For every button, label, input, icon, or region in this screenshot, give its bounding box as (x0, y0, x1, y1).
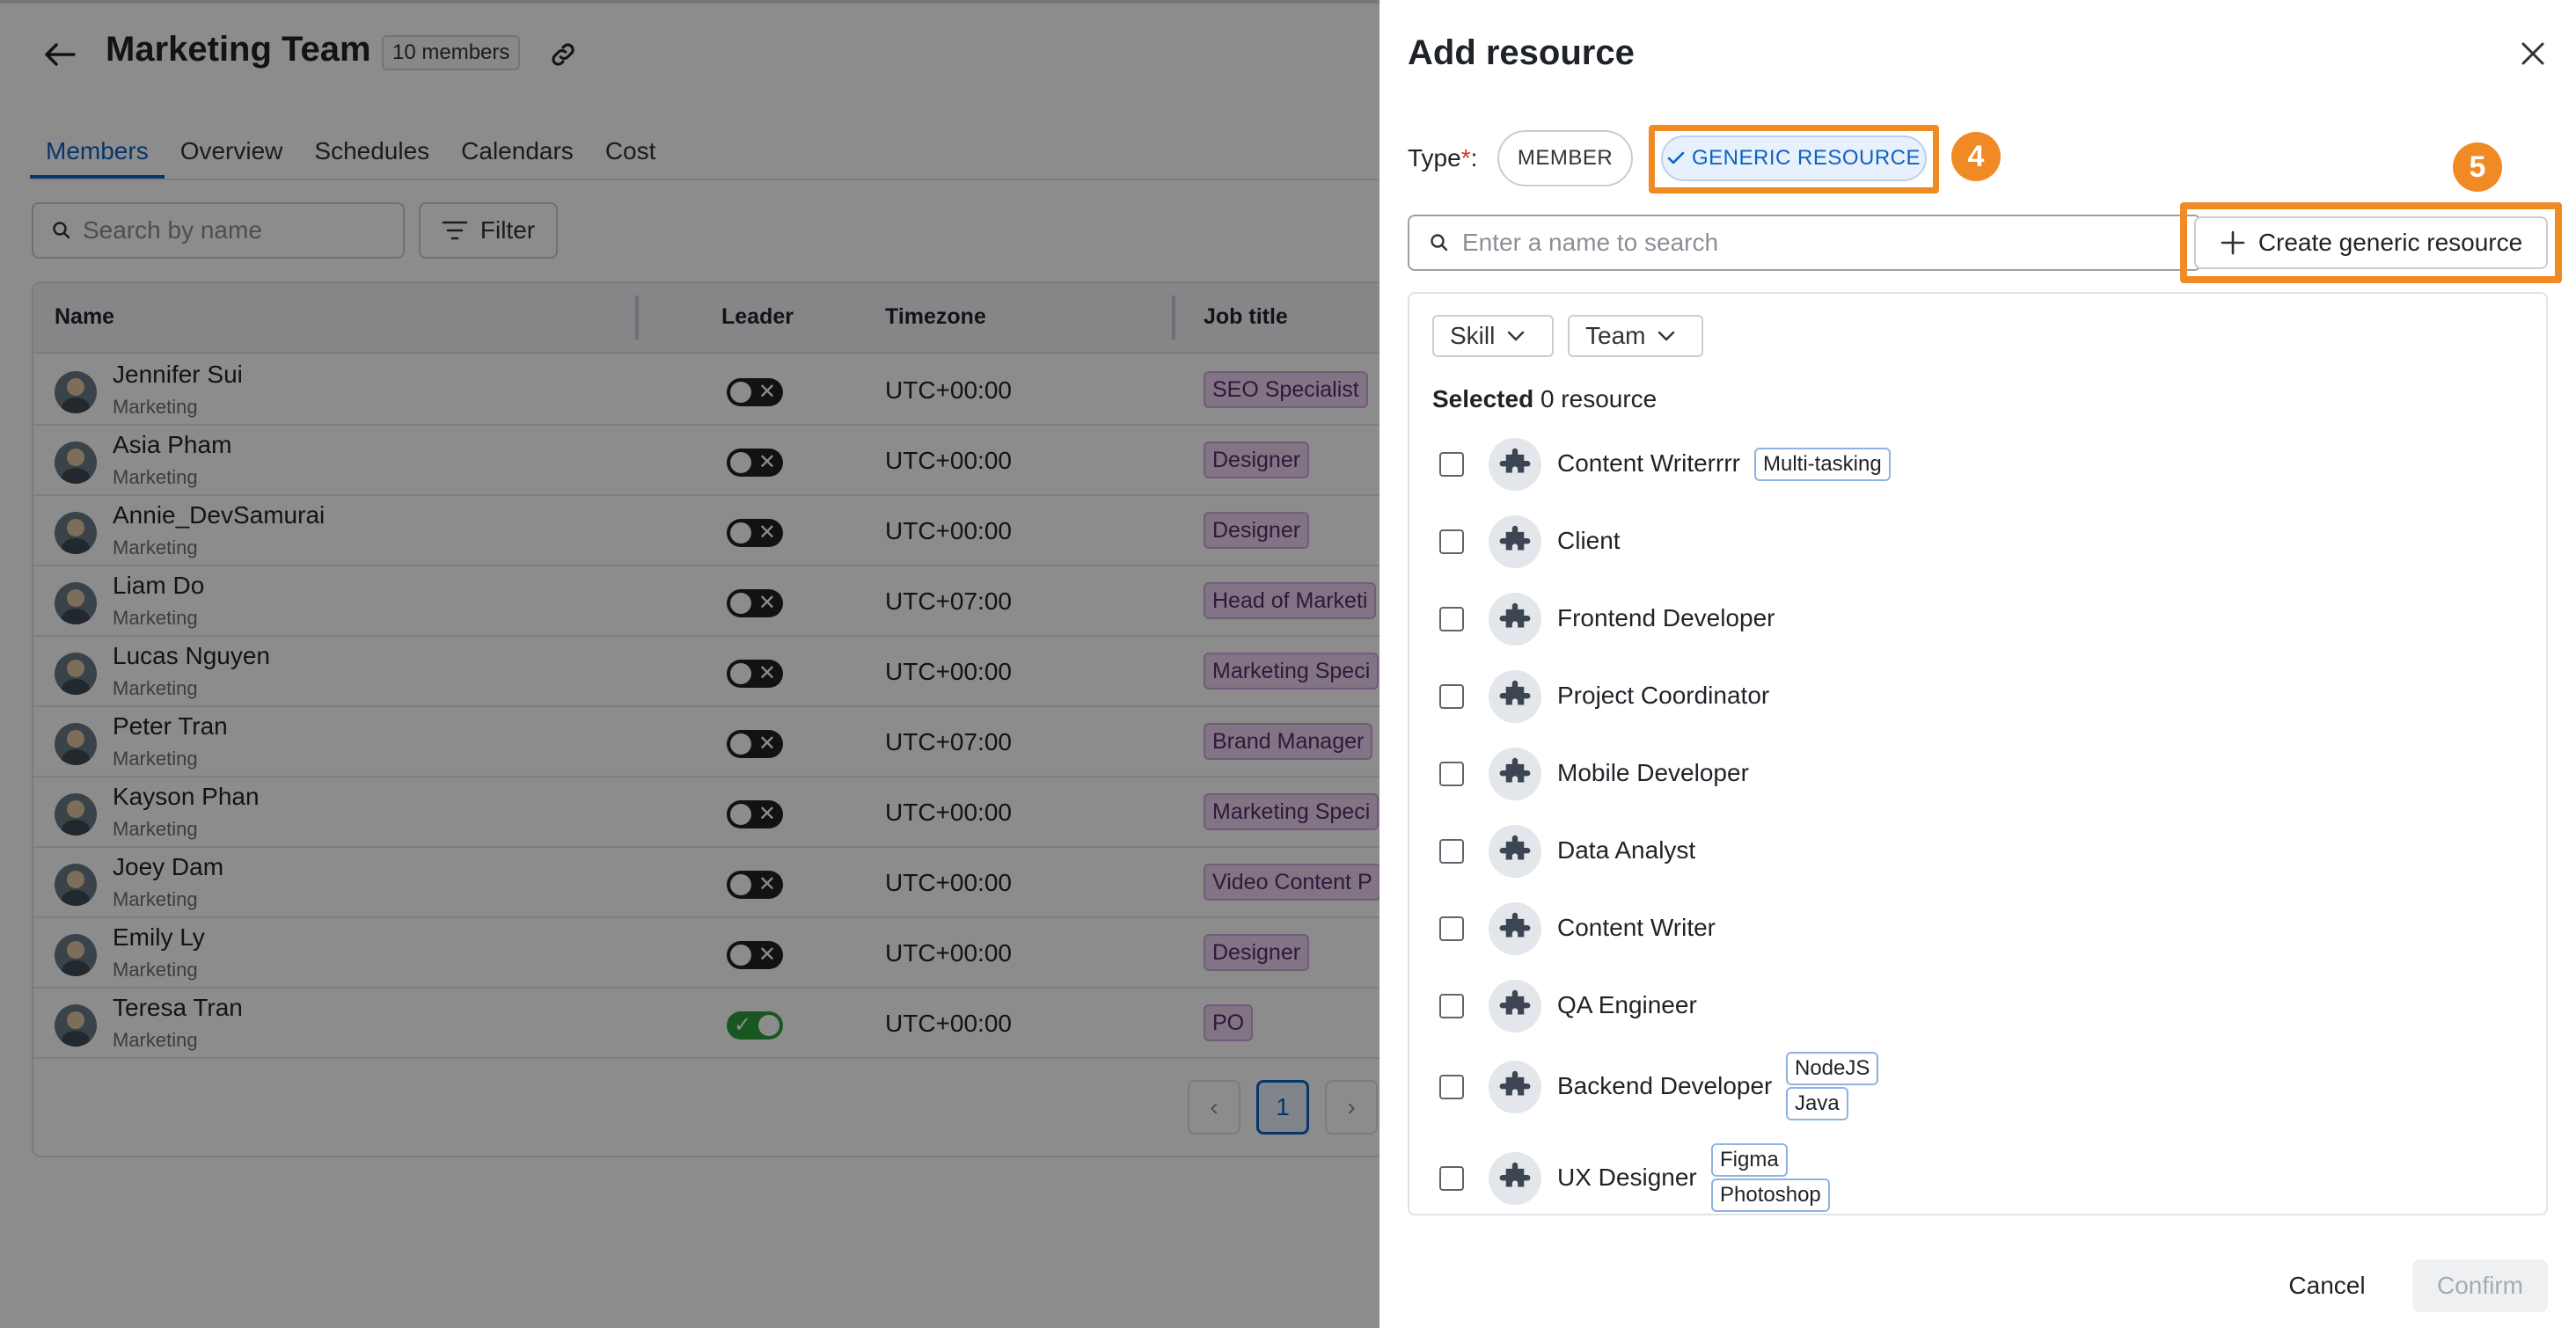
team-filter-dropdown[interactable]: Team (1568, 315, 1703, 357)
resource-search-placeholder: Enter a name to search (1462, 229, 1719, 256)
resource-row[interactable]: Content Writerrrr Multi-tasking (1409, 426, 2546, 503)
skill-tag: Photoshop (1711, 1178, 1830, 1212)
skill-filter-dropdown[interactable]: Skill (1432, 315, 1554, 357)
skill-tag: NodeJS (1786, 1052, 1879, 1085)
resource-avatar (1489, 1061, 1541, 1113)
resource-checkbox[interactable] (1439, 452, 1464, 477)
cancel-button[interactable]: Cancel (2270, 1259, 2384, 1312)
resource-name: Mobile Developer (1557, 759, 1749, 786)
resource-row[interactable]: Backend Developer NodeJS Java (1409, 1048, 2546, 1126)
resource-checkbox[interactable] (1439, 607, 1464, 631)
step-badge-4: 4 (1951, 132, 2001, 181)
skill-tag: Java (1786, 1087, 1848, 1120)
resource-avatar (1489, 593, 1541, 646)
resource-avatar (1489, 980, 1541, 1032)
required-mark: * (1460, 144, 1471, 171)
step-badge-5: 5 (2453, 142, 2502, 192)
resource-avatar (1489, 1152, 1541, 1205)
resource-name: Content Writer (1557, 914, 1716, 941)
puzzle-icon (1499, 525, 1531, 551)
resource-name: QA Engineer (1557, 991, 1697, 1018)
resource-search-input[interactable]: Enter a name to search (1408, 215, 2201, 271)
close-button[interactable] (2511, 32, 2555, 76)
type-label-text: Type (1408, 144, 1461, 171)
puzzle-icon (1499, 912, 1531, 938)
puzzle-icon (1499, 1162, 1531, 1187)
type-label: Type*: (1408, 144, 1477, 172)
resource-row[interactable]: Client (1409, 503, 2546, 580)
resource-avatar (1489, 825, 1541, 878)
resource-checkbox[interactable] (1439, 1075, 1464, 1099)
resource-name: Content Writerrrr (1557, 449, 1740, 477)
resource-checkbox[interactable] (1439, 1166, 1464, 1191)
type-member-option[interactable]: MEMBER (1497, 130, 1633, 186)
create-generic-resource-label: Create generic resource (2258, 229, 2523, 256)
puzzle-icon (1499, 680, 1531, 705)
resource-name: Project Coordinator (1557, 682, 1770, 709)
resource-name: Client (1557, 527, 1621, 554)
puzzle-icon (1499, 602, 1531, 628)
resource-checkbox[interactable] (1439, 994, 1464, 1018)
puzzle-icon (1499, 835, 1531, 860)
resource-row[interactable]: UX Designer Figma Photoshop (1409, 1140, 2546, 1214)
puzzle-icon (1499, 1070, 1531, 1096)
plus-icon (2221, 230, 2245, 255)
resource-row[interactable]: QA Engineer (1409, 967, 2546, 1045)
resource-name: Frontend Developer (1557, 604, 1775, 631)
close-icon (2521, 42, 2544, 65)
create-generic-resource-button[interactable]: Create generic resource (2194, 216, 2548, 269)
resource-avatar (1489, 748, 1541, 800)
resource-row[interactable]: Mobile Developer (1409, 735, 2546, 813)
selected-count: Selected 0 resource (1432, 385, 1657, 413)
chevron-down-icon (1508, 331, 1525, 341)
type-generic-resource-option[interactable]: GENERIC RESOURCE (1661, 135, 1927, 181)
check-icon (1667, 151, 1685, 164)
resource-name: UX Designer (1557, 1164, 1697, 1191)
drawer-title: Add resource (1408, 33, 1635, 72)
skill-filter-label: Skill (1450, 322, 1496, 349)
team-filter-label: Team (1585, 322, 1646, 349)
type-label-colon: : (1470, 144, 1478, 171)
resource-checkbox[interactable] (1439, 684, 1464, 709)
skill-tag: Figma (1711, 1143, 1788, 1177)
type-generic-label: GENERIC RESOURCE (1691, 146, 1921, 170)
selected-suffix: 0 resource (1540, 385, 1658, 412)
puzzle-icon (1499, 448, 1531, 473)
resource-checkbox[interactable] (1439, 916, 1464, 941)
puzzle-icon (1499, 989, 1531, 1015)
resource-avatar (1489, 438, 1541, 491)
resource-name: Backend Developer (1557, 1072, 1773, 1099)
resource-row[interactable]: Frontend Developer (1409, 580, 2546, 658)
confirm-button[interactable]: Confirm (2412, 1259, 2548, 1312)
resource-row[interactable]: Content Writer (1409, 890, 2546, 967)
resource-avatar (1489, 670, 1541, 723)
resource-checkbox[interactable] (1439, 839, 1464, 864)
resource-row[interactable]: Data Analyst (1409, 813, 2546, 890)
add-resource-drawer: Add resource Type*: MEMBER GENERIC RESOU… (1379, 0, 2576, 1328)
selected-prefix: Selected (1432, 385, 1534, 412)
resource-avatar (1489, 902, 1541, 955)
resource-avatar (1489, 515, 1541, 568)
resource-checkbox[interactable] (1439, 529, 1464, 554)
skill-tag: Multi-tasking (1754, 448, 1891, 481)
resource-name: Data Analyst (1557, 836, 1696, 864)
search-icon (1431, 234, 1448, 252)
resource-checkbox[interactable] (1439, 762, 1464, 786)
chevron-down-icon (1658, 331, 1675, 341)
puzzle-icon (1499, 757, 1531, 783)
resource-list-panel: Skill Team Selected 0 resource Content W… (1408, 292, 2548, 1215)
resource-row[interactable]: Project Coordinator (1409, 658, 2546, 735)
